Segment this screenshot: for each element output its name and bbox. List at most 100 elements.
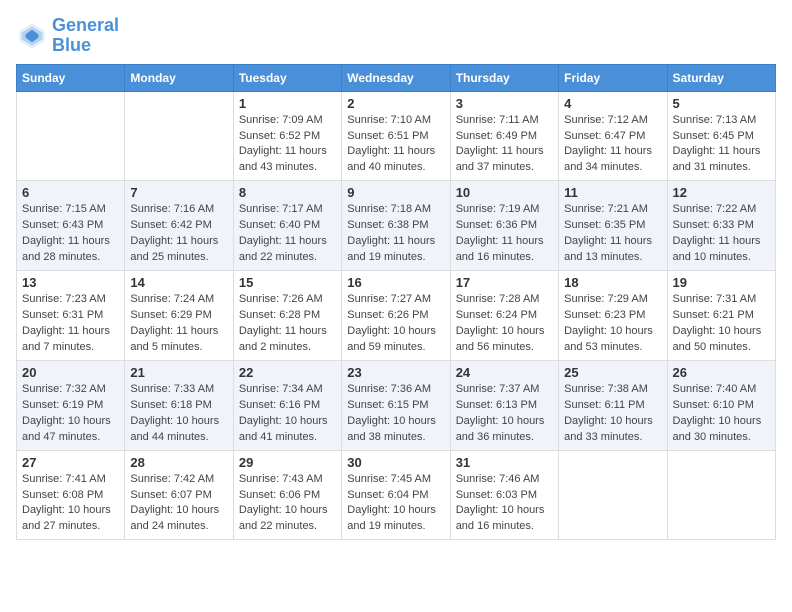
- calendar-cell: 11Sunrise: 7:21 AM Sunset: 6:35 PM Dayli…: [559, 181, 667, 271]
- day-number: 12: [673, 185, 770, 200]
- calendar-cell: 24Sunrise: 7:37 AM Sunset: 6:13 PM Dayli…: [450, 360, 558, 450]
- day-number: 21: [130, 365, 227, 380]
- calendar-cell: 20 Sunrise: 7:32 AM Sunset: 6:19 PM Dayli…: [17, 360, 125, 450]
- calendar-cell: 12 Sunrise: 7:22 AM Sunset: 6:33 PM Dayli…: [667, 181, 775, 271]
- day-info: Sunrise: 7:34 AM Sunset: 6:16 PM Dayligh…: [239, 382, 336, 446]
- calendar-cell: 2 Sunrise: 7:10 AM Sunset: 6:51 PM Daylig…: [342, 91, 450, 181]
- day-number: 10: [456, 185, 553, 200]
- logo-text: General Blue: [52, 16, 119, 56]
- weekday-header: Thursday: [450, 64, 558, 91]
- day-info: Sunrise: 7:36 AM Sunset: 6:15 PM Dayligh…: [347, 382, 444, 446]
- day-info: Sunrise: 7:29 AM Sunset: 6:23 PM Dayligh…: [564, 292, 661, 356]
- day-number: 6: [22, 185, 119, 200]
- day-number: 20: [22, 365, 119, 380]
- day-number: 13: [22, 275, 119, 290]
- day-info: Sunrise: 7:46 AM Sunset: 6:03 PM Dayligh…: [456, 472, 553, 536]
- day-info: Sunrise: 7:09 AM Sunset: 6:52 PM Dayligh…: [239, 113, 336, 177]
- day-info: Sunrise: 7:33 AM Sunset: 6:18 PM Dayligh…: [130, 382, 227, 446]
- day-info: Sunrise: 7:43 AM Sunset: 6:06 PM Dayligh…: [239, 472, 336, 536]
- day-info: Sunrise: 7:41 AM Sunset: 6:08 PM Dayligh…: [22, 472, 119, 536]
- calendar-cell: 23 Sunrise: 7:36 AM Sunset: 6:15 PM Dayli…: [342, 360, 450, 450]
- day-number: 30: [347, 455, 444, 470]
- calendar-cell: 15 Sunrise: 7:26 AM Sunset: 6:28 PM Dayli…: [233, 271, 341, 361]
- calendar-cell: 18 Sunrise: 7:29 AM Sunset: 6:23 PM Dayli…: [559, 271, 667, 361]
- weekday-header: Tuesday: [233, 64, 341, 91]
- calendar-cell: 26 Sunrise: 7:40 AM Sunset: 6:10 PM Dayli…: [667, 360, 775, 450]
- calendar-cell: 31Sunrise: 7:46 AM Sunset: 6:03 PM Dayli…: [450, 450, 558, 540]
- calendar-table: SundayMondayTuesdayWednesdayThursdayFrid…: [16, 64, 776, 541]
- day-number: 9: [347, 185, 444, 200]
- day-info: Sunrise: 7:38 AM Sunset: 6:11 PM Dayligh…: [564, 382, 661, 446]
- day-number: 19: [673, 275, 770, 290]
- day-number: 17: [456, 275, 553, 290]
- day-number: 3: [456, 96, 553, 111]
- day-number: 23: [347, 365, 444, 380]
- day-number: 22: [239, 365, 336, 380]
- calendar-cell: 28Sunrise: 7:42 AM Sunset: 6:07 PM Dayli…: [125, 450, 233, 540]
- calendar-week-row: 13Sunrise: 7:23 AM Sunset: 6:31 PM Dayli…: [17, 271, 776, 361]
- day-info: Sunrise: 7:40 AM Sunset: 6:10 PM Dayligh…: [673, 382, 770, 446]
- calendar-cell: 21 Sunrise: 7:33 AM Sunset: 6:18 PM Dayli…: [125, 360, 233, 450]
- calendar-cell: 9 Sunrise: 7:18 AM Sunset: 6:38 PM Daylig…: [342, 181, 450, 271]
- day-number: 4: [564, 96, 661, 111]
- day-info: Sunrise: 7:18 AM Sunset: 6:38 PM Dayligh…: [347, 202, 444, 266]
- day-number: 26: [673, 365, 770, 380]
- day-info: Sunrise: 7:13 AM Sunset: 6:45 PM Dayligh…: [673, 113, 770, 177]
- calendar-cell: 27 Sunrise: 7:41 AM Sunset: 6:08 PM Dayli…: [17, 450, 125, 540]
- logo: General Blue: [16, 16, 119, 56]
- day-info: Sunrise: 7:22 AM Sunset: 6:33 PM Dayligh…: [673, 202, 770, 266]
- day-info: Sunrise: 7:31 AM Sunset: 6:21 PM Dayligh…: [673, 292, 770, 356]
- day-info: Sunrise: 7:45 AM Sunset: 6:04 PM Dayligh…: [347, 472, 444, 536]
- day-info: Sunrise: 7:11 AM Sunset: 6:49 PM Dayligh…: [456, 113, 553, 177]
- day-number: 5: [673, 96, 770, 111]
- day-info: Sunrise: 7:28 AM Sunset: 6:24 PM Dayligh…: [456, 292, 553, 356]
- day-info: Sunrise: 7:12 AM Sunset: 6:47 PM Dayligh…: [564, 113, 661, 177]
- day-number: 16: [347, 275, 444, 290]
- weekday-header: Saturday: [667, 64, 775, 91]
- day-info: Sunrise: 7:15 AM Sunset: 6:43 PM Dayligh…: [22, 202, 119, 266]
- calendar-cell: 16 Sunrise: 7:27 AM Sunset: 6:26 PM Dayli…: [342, 271, 450, 361]
- day-number: 7: [130, 185, 227, 200]
- day-info: Sunrise: 7:10 AM Sunset: 6:51 PM Dayligh…: [347, 113, 444, 177]
- logo-icon: [16, 20, 48, 52]
- calendar-cell: 5 Sunrise: 7:13 AM Sunset: 6:45 PM Daylig…: [667, 91, 775, 181]
- day-info: Sunrise: 7:32 AM Sunset: 6:19 PM Dayligh…: [22, 382, 119, 446]
- calendar-cell: 4 Sunrise: 7:12 AM Sunset: 6:47 PM Daylig…: [559, 91, 667, 181]
- day-number: 14: [130, 275, 227, 290]
- calendar-cell: [667, 450, 775, 540]
- day-info: Sunrise: 7:26 AM Sunset: 6:28 PM Dayligh…: [239, 292, 336, 356]
- calendar-cell: 30 Sunrise: 7:45 AM Sunset: 6:04 PM Dayli…: [342, 450, 450, 540]
- day-number: 27: [22, 455, 119, 470]
- calendar-cell: 14Sunrise: 7:24 AM Sunset: 6:29 PM Dayli…: [125, 271, 233, 361]
- weekday-header: Wednesday: [342, 64, 450, 91]
- calendar-cell: 17 Sunrise: 7:28 AM Sunset: 6:24 PM Dayli…: [450, 271, 558, 361]
- day-number: 29: [239, 455, 336, 470]
- calendar-cell: 22 Sunrise: 7:34 AM Sunset: 6:16 PM Dayli…: [233, 360, 341, 450]
- calendar-cell: [559, 450, 667, 540]
- day-info: Sunrise: 7:19 AM Sunset: 6:36 PM Dayligh…: [456, 202, 553, 266]
- weekday-header: Friday: [559, 64, 667, 91]
- calendar-cell: 10 Sunrise: 7:19 AM Sunset: 6:36 PM Dayli…: [450, 181, 558, 271]
- calendar-cell: 19 Sunrise: 7:31 AM Sunset: 6:21 PM Dayli…: [667, 271, 775, 361]
- calendar-cell: 3 Sunrise: 7:11 AM Sunset: 6:49 PM Daylig…: [450, 91, 558, 181]
- day-number: 18: [564, 275, 661, 290]
- calendar-cell: [17, 91, 125, 181]
- calendar-header: SundayMondayTuesdayWednesdayThursdayFrid…: [17, 64, 776, 91]
- day-info: Sunrise: 7:17 AM Sunset: 6:40 PM Dayligh…: [239, 202, 336, 266]
- day-number: 1: [239, 96, 336, 111]
- day-number: 8: [239, 185, 336, 200]
- calendar-cell: 8 Sunrise: 7:17 AM Sunset: 6:40 PM Daylig…: [233, 181, 341, 271]
- calendar-cell: 6 Sunrise: 7:15 AM Sunset: 6:43 PM Daylig…: [17, 181, 125, 271]
- page-header: General Blue: [16, 16, 776, 56]
- calendar-cell: 1 Sunrise: 7:09 AM Sunset: 6:52 PM Daylig…: [233, 91, 341, 181]
- day-info: Sunrise: 7:42 AM Sunset: 6:07 PM Dayligh…: [130, 472, 227, 536]
- calendar-week-row: 20 Sunrise: 7:32 AM Sunset: 6:19 PM Dayli…: [17, 360, 776, 450]
- day-number: 25: [564, 365, 661, 380]
- calendar-cell: 29 Sunrise: 7:43 AM Sunset: 6:06 PM Dayli…: [233, 450, 341, 540]
- calendar-week-row: 6 Sunrise: 7:15 AM Sunset: 6:43 PM Daylig…: [17, 181, 776, 271]
- day-info: Sunrise: 7:27 AM Sunset: 6:26 PM Dayligh…: [347, 292, 444, 356]
- day-number: 2: [347, 96, 444, 111]
- calendar-week-row: 27 Sunrise: 7:41 AM Sunset: 6:08 PM Dayli…: [17, 450, 776, 540]
- day-number: 15: [239, 275, 336, 290]
- day-info: Sunrise: 7:16 AM Sunset: 6:42 PM Dayligh…: [130, 202, 227, 266]
